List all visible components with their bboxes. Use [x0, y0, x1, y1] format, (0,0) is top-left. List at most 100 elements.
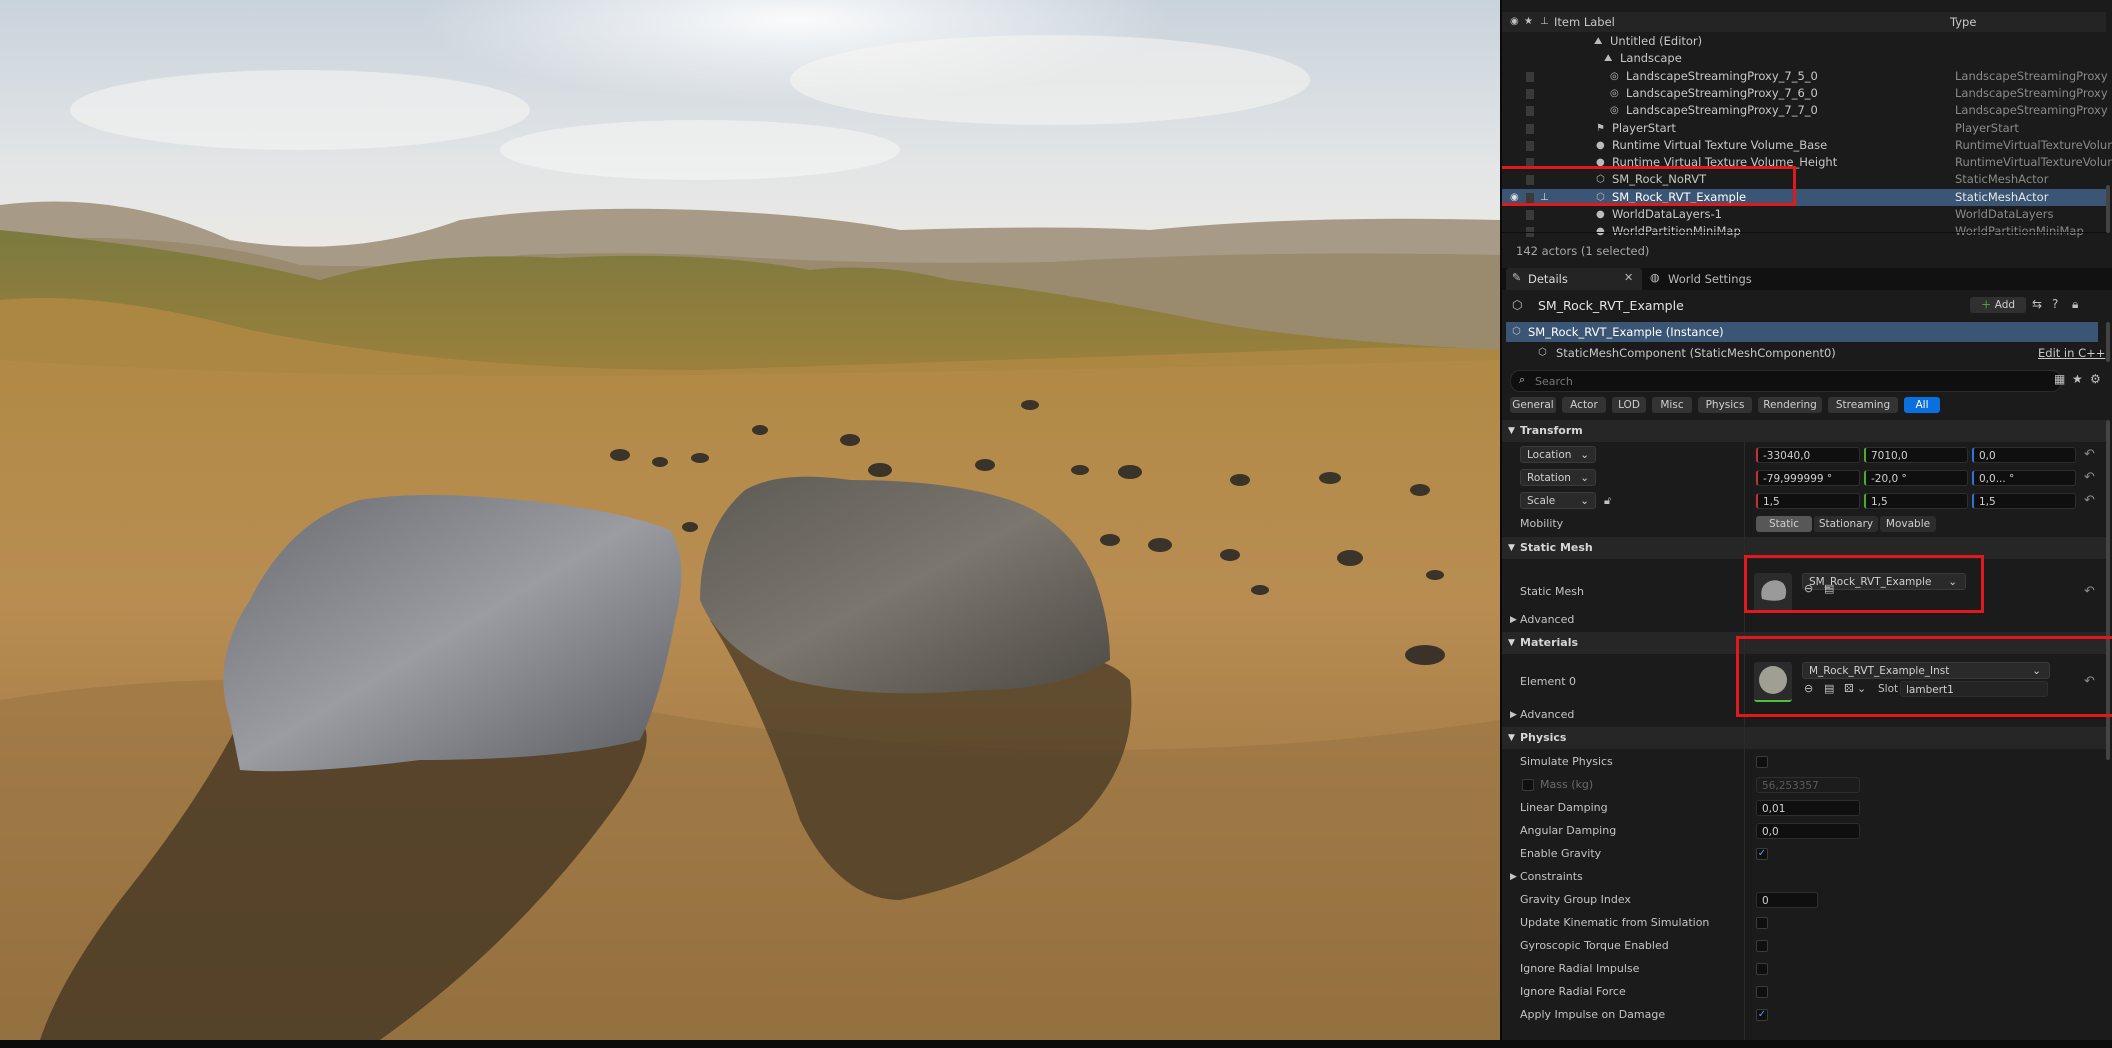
actor-count-text: 142 actors (1 selected) [1516, 244, 1650, 258]
apply-impulse-row: Apply Impulse on Damage ✓ [1502, 1004, 2106, 1026]
level-viewport[interactable] [0, 0, 1500, 1040]
mass-override-checkbox[interactable] [1522, 779, 1534, 791]
lock-toggle-icon[interactable] [1526, 88, 1534, 99]
angular-damping-field[interactable]: 0,0 [1756, 823, 1860, 839]
viewport-scene [0, 0, 1500, 1040]
simulate-physics-label: Simulate Physics [1520, 755, 1613, 768]
settings-gear-icon[interactable]: ⚙ [2090, 372, 2101, 386]
scale-row: Scale ⌄ 🔓︎ 1,5 1,5 1,5 ↶ [1502, 490, 2106, 512]
outliner-row[interactable]: ◎ LandscapeStreamingProxy_7_7_0 LandscapeS… [1502, 102, 2108, 119]
lock-toggle-icon[interactable] [1526, 123, 1534, 134]
mobility-movable[interactable]: Movable [1880, 516, 1936, 532]
outliner-item-type: StaticMeshActor [1955, 172, 2049, 187]
outliner-row[interactable]: ⚑ PlayerStart PlayerStart [1502, 120, 2106, 137]
lock-toggle-icon[interactable] [1526, 210, 1534, 220]
scale-dropdown[interactable]: Scale ⌄ [1520, 492, 1596, 509]
favorite-star-icon[interactable]: ★ [1524, 12, 1533, 32]
ignore-radial-impulse-checkbox[interactable] [1756, 963, 1768, 975]
component-label: StaticMeshComponent (StaticMeshComponent… [1556, 346, 1836, 360]
outliner-row[interactable]: ◎ LandscapeStreamingProxy_7_6_0 LandscapeS… [1502, 85, 2108, 102]
location-x[interactable]: -33040,0 [1756, 447, 1860, 463]
ignore-radial-force-row: Ignore Radial Force [1502, 981, 2106, 1003]
location-dropdown[interactable]: Location ⌄ [1520, 446, 1596, 463]
gravity-group-field[interactable]: 0 [1756, 892, 1818, 908]
reset-arrow-icon[interactable]: ↶ [2084, 444, 2095, 466]
linear-damping-label: Linear Damping [1520, 801, 1608, 814]
section-physics[interactable]: ▼ Physics [1502, 727, 2106, 749]
column-type[interactable]: Type [1950, 12, 1976, 32]
outliner-row[interactable]: ● Runtime Virtual Texture Volume_Base Runt… [1502, 137, 2112, 154]
filter-rendering[interactable]: Rendering [1758, 397, 1822, 413]
linear-damping-field[interactable]: 0,01 [1756, 800, 1860, 816]
update-kinematic-checkbox[interactable] [1756, 917, 1768, 929]
ignore-radial-impulse-label: Ignore Radial Impulse [1520, 962, 1640, 975]
lock-toggle-icon[interactable] [1526, 140, 1534, 151]
rotation-y[interactable]: -20,0 ° [1864, 470, 1968, 486]
component-row[interactable]: ⬡ StaticMeshComponent (StaticMeshCompone… [1502, 343, 2106, 363]
constraints-row[interactable]: ▶ Constraints [1502, 866, 2106, 888]
outliner-item-label: LandscapeStreamingProxy_7_7_0 [1626, 103, 1818, 118]
components-scrollbar[interactable] [2106, 322, 2110, 362]
outliner-item-label: Runtime Virtual Texture Volume_Base [1612, 137, 1828, 152]
ignore-radial-force-checkbox[interactable] [1756, 986, 1768, 998]
outliner-row[interactable]: ◎ LandscapeStreamingProxy_7_5_0 LandscapeS… [1502, 68, 2108, 85]
filter-physics[interactable]: Physics [1698, 397, 1752, 413]
add-component-button[interactable]: ＋ Add [1970, 297, 2026, 313]
tab-details[interactable]: ✎ Details ✕ [1506, 268, 1642, 290]
filter-streaming[interactable]: Streaming [1828, 397, 1898, 413]
simulate-physics-checkbox[interactable] [1756, 756, 1768, 768]
filter-actor[interactable]: Actor [1562, 397, 1606, 413]
lock-toggle-icon[interactable] [1526, 106, 1534, 117]
search-box[interactable]: ⌕ [1510, 370, 2062, 392]
lock-toggle-icon[interactable] [1526, 71, 1534, 82]
outliner-row[interactable]: ⛰ Landscape [1502, 50, 2106, 67]
favorite-filter-icon[interactable]: ★ [2072, 372, 2083, 386]
section-materials-title: Materials [1520, 636, 1579, 649]
help-icon[interactable]: ? [2052, 297, 2058, 311]
scale-y[interactable]: 1,5 [1864, 493, 1968, 509]
rotation-dropdown[interactable]: Rotation ⌄ [1520, 469, 1596, 486]
apply-impulse-checkbox[interactable]: ✓ [1756, 1009, 1768, 1021]
section-transform[interactable]: ▼ Transform [1502, 420, 2106, 442]
pin-icon[interactable]: ⊥ [1540, 12, 1549, 32]
actor-name[interactable]: SM_Rock_RVT_Example [1538, 298, 1684, 313]
location-z[interactable]: 0,0 [1972, 447, 2076, 463]
search-input[interactable] [1533, 372, 2037, 390]
lock-scale-icon[interactable]: 🔓︎ [1604, 490, 1611, 512]
scale-z[interactable]: 1,5 [1972, 493, 2076, 509]
outliner-item-type: LandscapeStreamingProxy [1955, 85, 2108, 100]
outliner-row[interactable]: ⛰ Untitled (Editor) [1502, 33, 2106, 50]
outliner-scrollbar[interactable] [2106, 185, 2110, 233]
mobility-stationary[interactable]: Stationary [1814, 516, 1878, 532]
gyroscopic-row: Gyroscopic Torque Enabled [1502, 935, 2106, 957]
mass-field: 56,253357 [1756, 777, 1860, 793]
reset-arrow-icon[interactable]: ↶ [2084, 570, 2095, 614]
table-view-icon[interactable]: ▦ [2054, 372, 2065, 386]
column-item-label[interactable]: Item Label [1554, 12, 1615, 32]
filter-general[interactable]: General [1510, 397, 1556, 413]
close-tab-icon[interactable]: ✕ [1624, 271, 1633, 284]
location-y[interactable]: 7010,0 [1864, 447, 1968, 463]
rotation-z[interactable]: 0,0... ° [1972, 470, 2076, 486]
lock-icon[interactable]: 🔒︎ [2072, 297, 2078, 312]
blueprint-icon[interactable]: ⇆ [2032, 297, 2042, 311]
outliner-item-type: RuntimeVirtualTextureVolume [1955, 155, 2112, 170]
enable-gravity-checkbox[interactable]: ✓ [1756, 848, 1768, 860]
outliner-row[interactable]: ● WorldDataLayers-1 WorldDataLayers [1502, 206, 2106, 223]
linear-damping-row: Linear Damping 0,01 [1502, 797, 2106, 819]
gyroscopic-checkbox[interactable] [1756, 940, 1768, 952]
rotation-x[interactable]: -79,999999 ° [1756, 470, 1860, 486]
tab-world-settings[interactable]: ◍ World Settings [1646, 268, 1776, 290]
filter-lod[interactable]: LOD [1612, 397, 1646, 413]
tab-details-label: Details [1528, 272, 1568, 286]
reset-arrow-icon[interactable]: ↶ [2084, 467, 2095, 489]
mobility-static[interactable]: Static [1756, 516, 1812, 532]
filter-all[interactable]: All [1904, 397, 1940, 413]
scale-x[interactable]: 1,5 [1756, 493, 1860, 509]
visibility-eye-icon[interactable]: ◉ [1510, 12, 1519, 32]
filter-misc[interactable]: Misc [1652, 397, 1692, 413]
component-instance-row[interactable]: ⬡ SM_Rock_RVT_Example (Instance) [1506, 322, 2098, 342]
edit-cpp-link[interactable]: Edit in C++ [2038, 343, 2105, 363]
reset-arrow-icon[interactable]: ↶ [2084, 490, 2095, 512]
chevron-down-icon: ⌄ [1580, 472, 1589, 484]
